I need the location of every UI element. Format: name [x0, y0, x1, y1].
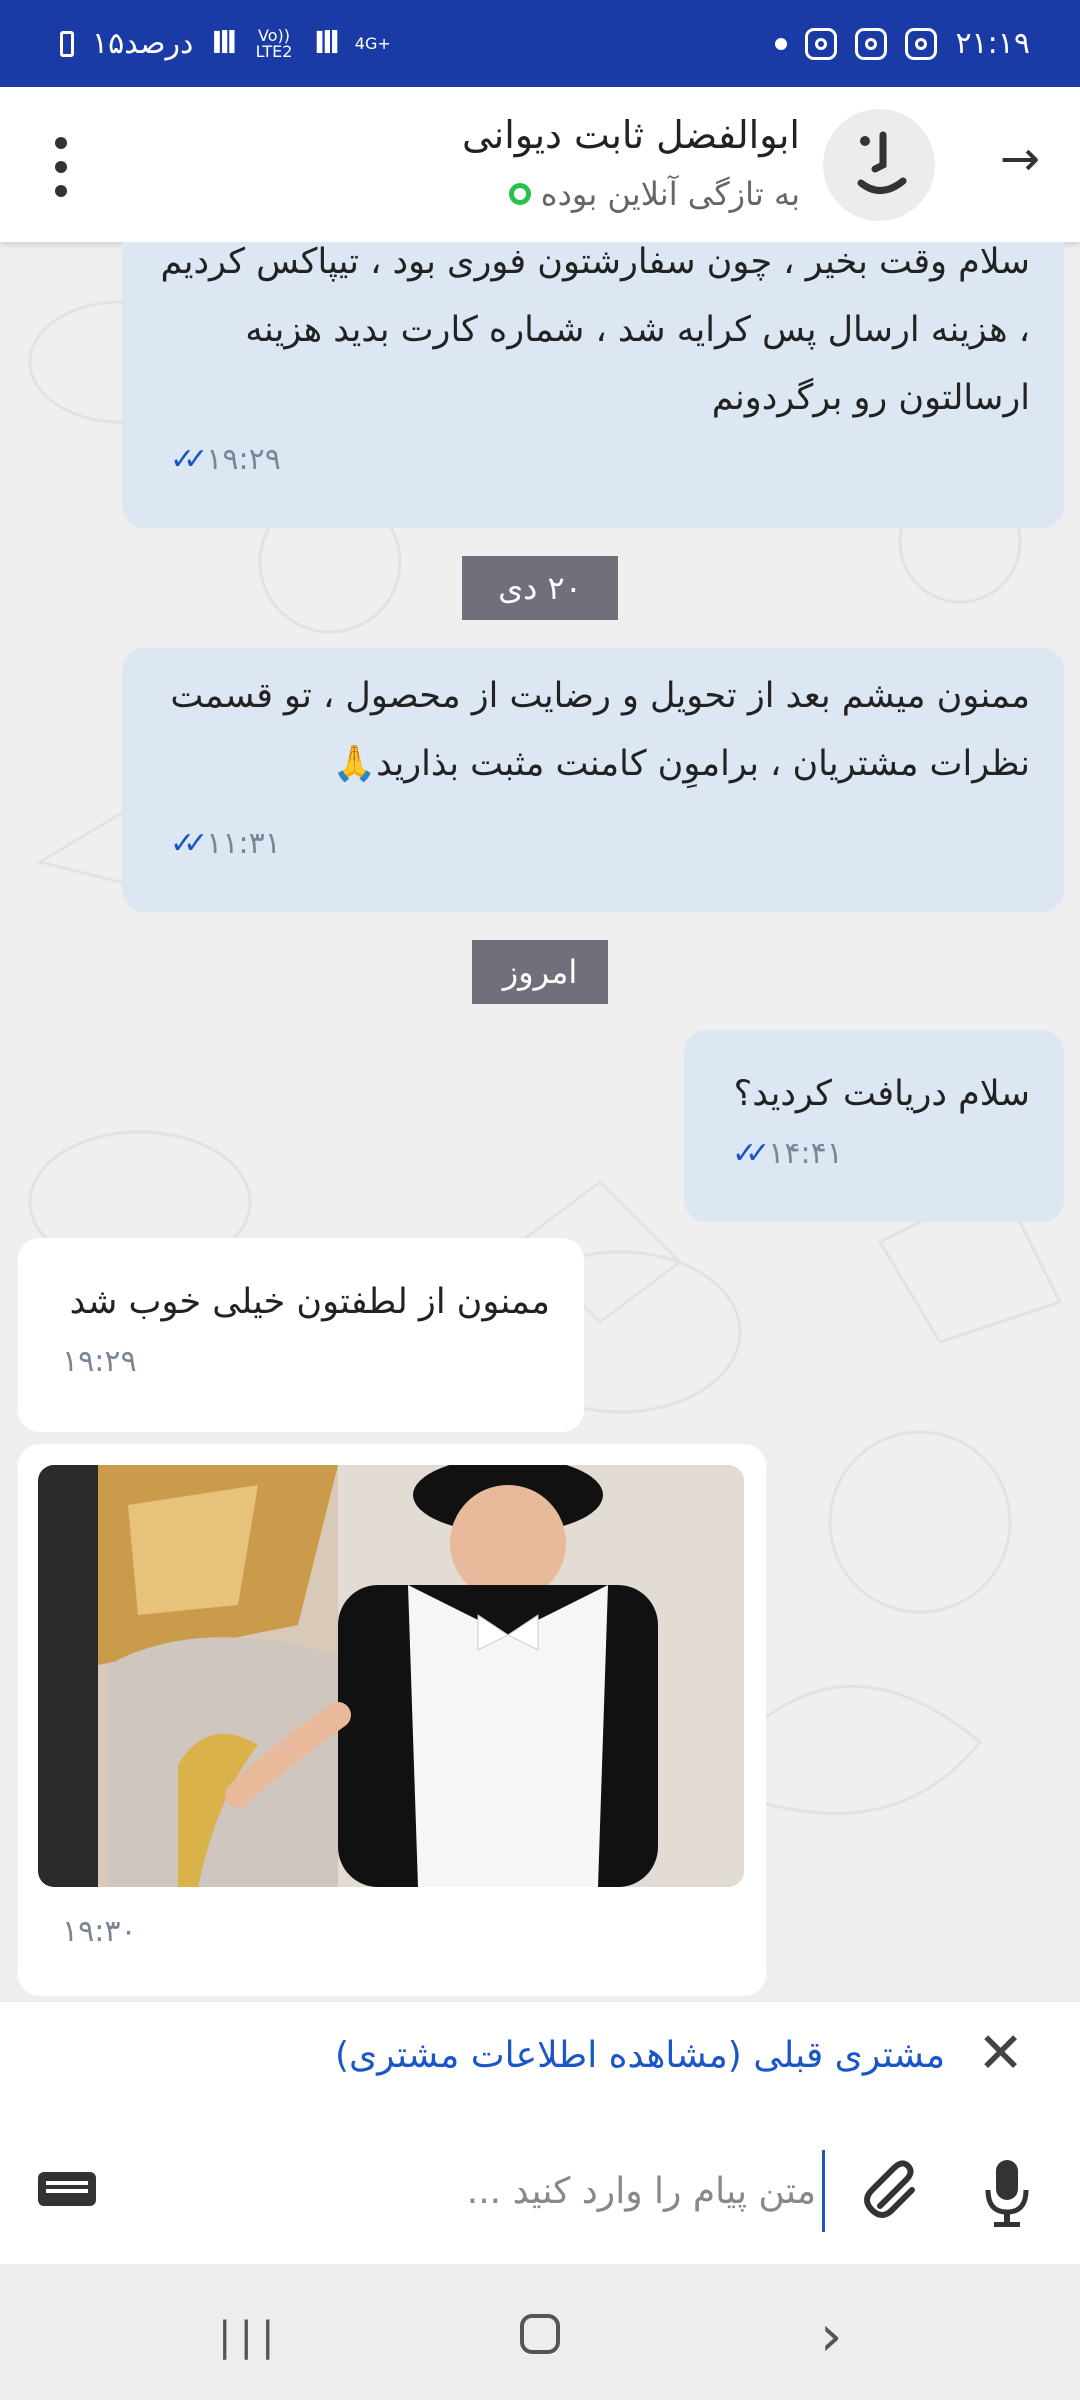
message-bubble[interactable]: سلام وقت بخیر ، چون سفارشتون فوری بود ، … — [122, 242, 1064, 528]
signal-icon: Ill — [211, 26, 237, 61]
attach-icon[interactable] — [860, 2156, 930, 2226]
clock: ۲۱:۱۹ — [955, 26, 1030, 61]
photo-image — [38, 1465, 744, 1887]
network-label-2: 4G+ — [354, 33, 391, 53]
nav-back-icon[interactable]: › — [820, 2304, 842, 2369]
microphone-icon[interactable] — [982, 2156, 1032, 2230]
message-input[interactable] — [254, 2150, 825, 2232]
message-time: ✓✓ ۱۱:۳۱ — [170, 810, 281, 878]
child-photo[interactable] — [38, 1465, 744, 1887]
gallery-icon — [855, 27, 888, 60]
system-nav-bar: ||| › — [0, 2264, 1080, 2400]
contact-status-text: به تازگی آنلاین بوده — [540, 175, 800, 213]
chat-header: ابوالفضل ثابت دیوانی به تازگی آنلاین بود… — [0, 87, 1080, 242]
status-bar: ۱۵درصد Ill Vo)) LTE2 Ill 4G+ ۲۱:۱۹ — [0, 0, 1080, 87]
battery-level: ۱۵درصد — [92, 26, 194, 61]
message-text: سلام دریافت کردید؟ — [733, 1074, 1030, 1114]
avatar-face-icon — [857, 131, 907, 194]
close-icon[interactable]: ✕ — [977, 2026, 1024, 2082]
message-text: ممنون از لطفتون خیلی خوب شد — [69, 1282, 550, 1322]
back-arrow-icon[interactable]: → — [1000, 135, 1040, 183]
date-separator: ۲۰ دی — [462, 556, 618, 620]
message-text: سلام وقت بخیر ، چون سفارشتون فوری بود ، … — [160, 242, 1030, 418]
customer-info-bar: مشتری قبلی (مشاهده اطلاعات مشتری) ✕ — [0, 2002, 1080, 2118]
keyboard-icon[interactable] — [38, 2172, 96, 2206]
message-text: ممنون میشم بعد از تحویل و رضایت از محصول… — [170, 676, 1030, 784]
online-status-icon — [508, 183, 531, 205]
message-bubble[interactable]: سلام دریافت کردید؟ ✓✓ ۱۴:۴۱ — [684, 1030, 1064, 1222]
date-separator: امروز — [472, 940, 608, 1004]
network-label-1: Vo)) LTE2 — [255, 25, 293, 61]
double-check-icon: ✓✓ — [170, 826, 208, 861]
message-bubble[interactable]: ممنون از لطفتون خیلی خوب شد ۱۹:۲۹ — [18, 1238, 584, 1432]
status-bar-left: ۱۵درصد Ill Vo)) LTE2 Ill 4G+ — [60, 26, 391, 61]
message-time: ۱۹:۳۰ — [62, 1914, 137, 1949]
message-composer — [0, 2116, 1080, 2264]
notification-dot-icon — [775, 37, 788, 50]
avatar[interactable] — [823, 109, 935, 221]
recent-apps-icon[interactable]: ||| — [218, 2314, 282, 2360]
status-bar-right: ۲۱:۱۹ — [775, 26, 1030, 61]
double-check-icon: ✓✓ — [170, 442, 208, 477]
message-time: ✓✓ ۱۴:۴۱ — [732, 1120, 843, 1188]
message-time: ✓✓ ۱۹:۲۹ — [170, 426, 281, 494]
instagram-icon-2 — [905, 27, 938, 60]
message-time: ۱۹:۲۹ — [62, 1344, 137, 1379]
customer-info-link[interactable]: مشتری قبلی (مشاهده اطلاعات مشتری) — [335, 2035, 945, 2076]
message-bubble[interactable]: ممنون میشم بعد از تحویل و رضایت از محصول… — [122, 648, 1064, 912]
instagram-icon — [805, 27, 838, 60]
contact-status: به تازگی آنلاین بوده — [508, 175, 800, 213]
double-check-icon: ✓✓ — [732, 1136, 770, 1171]
battery-icon — [60, 30, 74, 57]
more-options-icon[interactable] — [55, 137, 69, 209]
signal-icon-2: Ill — [314, 26, 340, 61]
chat-area: سلام وقت بخیر ، چون سفارشتون فوری بود ، … — [0, 242, 1080, 2002]
contact-name[interactable]: ابوالفضل ثابت دیوانی — [462, 113, 800, 157]
home-icon[interactable] — [520, 2314, 560, 2354]
